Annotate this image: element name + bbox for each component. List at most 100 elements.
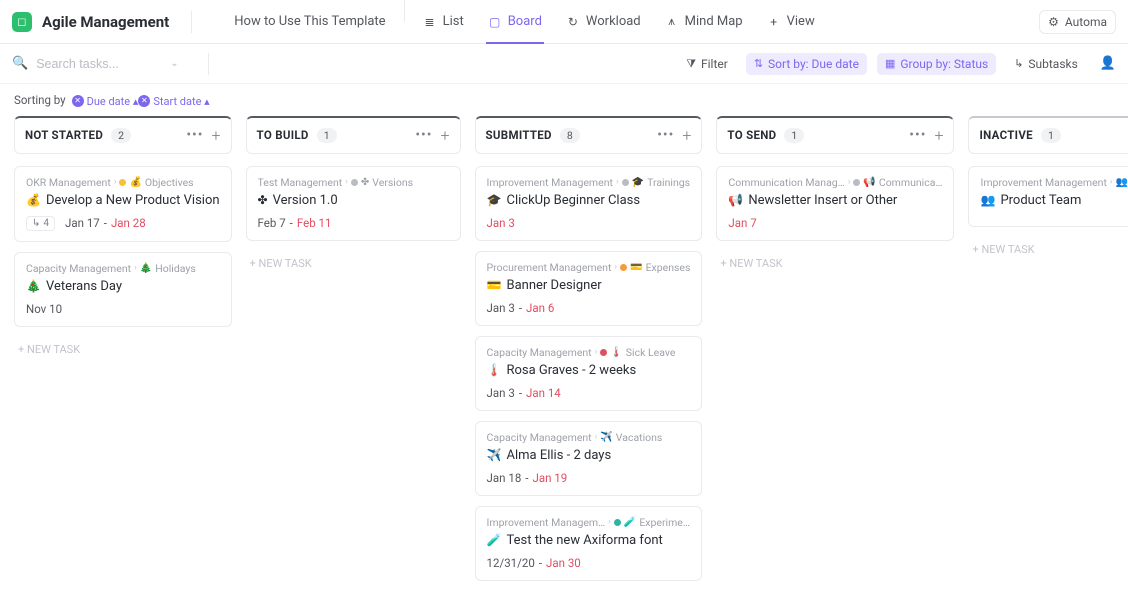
new-task-button[interactable]: + NEW TASK (716, 251, 954, 276)
column-menu-icon[interactable]: ••• (909, 127, 926, 143)
view-tab-how-to-use-this-template[interactable]: How to Use This Template (202, 0, 397, 44)
card-title: ClickUp Beginner Class (507, 193, 641, 208)
topbar: ◻ Agile Management How to Use This Templ… (0, 0, 1128, 44)
view-label: Workload (586, 14, 641, 29)
breadcrumb-emoji-icon: 🎓 (632, 177, 644, 188)
card-start-date: Nov 10 (26, 302, 62, 316)
subtasks-button[interactable]: ↳ Subtasks (1006, 53, 1086, 75)
task-card[interactable]: Capacity Management › 🎄 Holidays 🎄 Veter… (14, 252, 232, 327)
sort-chip[interactable]: ✕Start date ▴ (138, 95, 209, 108)
column-header: NOT STARTED 2 ••• + (14, 116, 232, 154)
sort-chip[interactable]: ✕Due date ▴ (72, 95, 139, 108)
column-menu-icon[interactable]: ••• (186, 127, 203, 143)
board: NOT STARTED 2 ••• + OKR Management › 💰 O… (0, 116, 1128, 605)
column-add-icon[interactable]: + (212, 126, 221, 145)
view-tab-board[interactable]: ▢Board (476, 0, 554, 44)
card-breadcrumb: Test Management › ✤ Versions (258, 176, 449, 189)
breadcrumb-list: Communication Manag… (728, 176, 844, 189)
card-dates: Feb 7 - Feb 11 (258, 216, 449, 230)
task-card[interactable]: Communication Manag… › 📢 Communica… 📢 Ne… (716, 166, 954, 241)
view-tab-mind-map[interactable]: ⩚Mind Map (653, 0, 755, 44)
filter-button[interactable]: ⧩ Filter (678, 53, 736, 75)
column-count: 2 (111, 128, 131, 143)
card-title-emoji-icon: 🎄 (26, 279, 41, 293)
automate-button[interactable]: ⚙ Automa (1039, 10, 1116, 34)
card-breadcrumb: Capacity Management › 🌡️ Sick Leave (487, 346, 691, 359)
group-label: Group by: Status (900, 57, 988, 71)
card-due-date: Jan 14 (526, 386, 561, 400)
remove-sort-icon[interactable]: ✕ (72, 95, 84, 107)
column-add-icon[interactable]: + (934, 126, 943, 145)
column-count: 1 (1041, 128, 1061, 143)
view-tab-workload[interactable]: ↻Workload (554, 0, 653, 44)
card-title-row: 📢 Newsletter Insert or Other (728, 193, 942, 208)
task-card[interactable]: Improvement Management › 👥 Team Status 👥… (968, 166, 1128, 227)
card-title: Test the new Axiforma font (507, 533, 663, 548)
column-header: TO BUILD 1 ••• + (246, 116, 461, 154)
remove-sort-icon[interactable]: ✕ (138, 95, 150, 107)
breadcrumb-emoji-icon: 📢 (863, 177, 875, 188)
breadcrumb-emoji-icon: 🎄 (140, 263, 152, 274)
breadcrumb-list: Improvement Management (980, 176, 1106, 189)
card-start-date: Jan 3 (487, 301, 515, 315)
search-wrap: 🔍 ⌄ (12, 56, 192, 71)
sort-button[interactable]: ⇅ Sort by: Due date (746, 53, 867, 75)
card-due-date: Jan 3 (487, 216, 515, 230)
card-title: Version 1.0 (273, 193, 338, 208)
chevron-right-icon: › (345, 177, 348, 187)
column-add-icon[interactable]: + (682, 126, 691, 145)
new-task-button[interactable]: + NEW TASK (246, 251, 461, 276)
sort-chip-label: Start date ▴ (153, 95, 209, 108)
card-breadcrumb: Improvement Managem… › 🧪 Experime… (487, 516, 691, 529)
task-card[interactable]: Procurement Management › 💳 Expenses 💳 Ba… (475, 251, 703, 326)
view-label: View (787, 14, 815, 29)
sort-label: Sort by: Due date (768, 57, 859, 71)
search-input[interactable] (36, 57, 156, 71)
card-breadcrumb: Improvement Management › 🎓 Trainings (487, 176, 691, 189)
person-icon[interactable]: 👤 (1100, 56, 1116, 71)
column-menu-icon[interactable]: ••• (415, 127, 432, 143)
card-breadcrumb: OKR Management › 💰 Objectives (26, 176, 220, 189)
status-dot (853, 179, 860, 186)
status-dot (622, 179, 629, 186)
breadcrumb-emoji-icon: 💳 (630, 262, 642, 273)
card-dates: Jan 3 - Jan 6 (487, 301, 691, 315)
group-button[interactable]: ▦ Group by: Status (877, 53, 996, 75)
view-icon: + (767, 15, 781, 29)
task-card[interactable]: Improvement Management › 🎓 Trainings 🎓 C… (475, 166, 703, 241)
card-start-date: Jan 18 (487, 471, 522, 485)
card-title: Banner Designer (507, 278, 602, 293)
column-menu-icon[interactable]: ••• (657, 127, 674, 143)
search-chevron-icon[interactable]: ⌄ (170, 58, 178, 69)
task-card[interactable]: Capacity Management › 🌡️ Sick Leave 🌡️ R… (475, 336, 703, 411)
column-not-started: NOT STARTED 2 ••• + OKR Management › 💰 O… (14, 116, 232, 591)
new-task-button[interactable]: + NEW TASK (14, 337, 232, 362)
view-tab-view[interactable]: + View (755, 0, 827, 44)
column-add-icon[interactable]: + (441, 126, 450, 145)
view-label: List (443, 14, 464, 29)
view-label: Board (508, 14, 542, 29)
sort-chip-label: Due date ▴ (87, 95, 139, 108)
chevron-right-icon: › (848, 177, 851, 187)
card-title-emoji-icon: 💰 (26, 193, 41, 207)
new-task-button[interactable]: + NEW TASK (968, 237, 1128, 262)
column-count: 1 (317, 128, 337, 143)
card-breadcrumb: Communication Manag… › 📢 Communica… (728, 176, 942, 189)
card-title-emoji-icon: 📢 (728, 193, 743, 207)
task-card[interactable]: Improvement Managem… › 🧪 Experime… 🧪 Tes… (475, 506, 703, 581)
subtask-count-badge[interactable]: ↳4 (26, 216, 55, 231)
column-title: TO SEND (727, 128, 776, 142)
card-title-row: 👥 Product Team (980, 193, 1128, 208)
view-tab-list[interactable]: ≣List (411, 0, 476, 44)
card-title-emoji-icon: 🎓 (487, 193, 502, 207)
task-card[interactable]: Capacity Management › ✈️ Vacations ✈️ Al… (475, 421, 703, 496)
app-badge-icon: ◻ (12, 12, 32, 32)
status-dot (351, 179, 358, 186)
chevron-right-icon: › (595, 432, 598, 442)
card-due-date: Jan 6 (526, 301, 554, 315)
card-title-row: ✈️ Alma Ellis - 2 days (487, 448, 691, 463)
task-card[interactable]: OKR Management › 💰 Objectives 💰 Develop … (14, 166, 232, 242)
task-card[interactable]: Test Management › ✤ Versions ✤ Version 1… (246, 166, 461, 241)
breadcrumb-sublist: Vacations (616, 431, 663, 444)
sort-icon: ⇅ (754, 57, 763, 70)
